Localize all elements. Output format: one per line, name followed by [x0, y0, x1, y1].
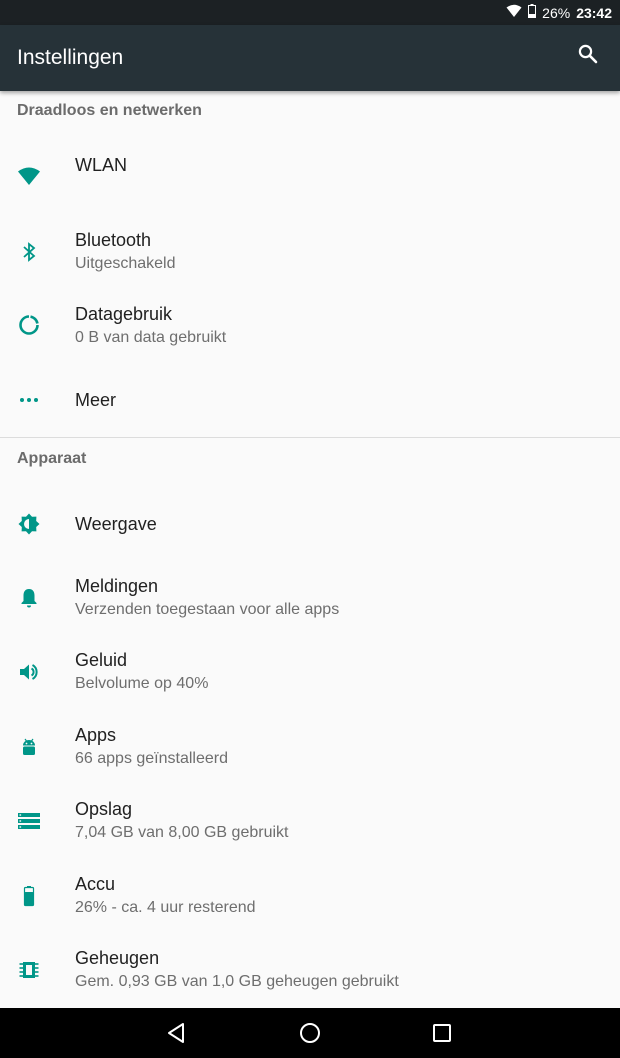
back-button[interactable]: [164, 1020, 190, 1046]
home-icon: [300, 1023, 320, 1043]
bell-icon: [17, 586, 41, 610]
settings-item-bluetooth[interactable]: Bluetooth Uitgeschakeld: [0, 215, 620, 289]
recents-icon: [433, 1024, 451, 1042]
settings-item-subtitle: 0 B van data gebruikt: [75, 329, 227, 346]
search-button[interactable]: [576, 42, 600, 66]
bluetooth-icon: [17, 240, 41, 264]
status-bar: 26% 23:42: [0, 0, 620, 25]
settings-item-title: Meldingen: [75, 576, 159, 596]
settings-item-title: Opslag: [75, 799, 133, 819]
settings-item-subtitle: Uitgeschakeld: [75, 255, 176, 272]
app-bar: Instellingen: [0, 25, 620, 91]
memory-icon: [17, 958, 41, 982]
section-divider: [0, 437, 620, 438]
settings-item-subtitle: 26% - ca. 4 uur resterend: [75, 899, 256, 916]
section-header-wireless: Draadloos en netwerken: [17, 102, 202, 119]
navigation-bar: [0, 1008, 620, 1058]
settings-item-meldingen[interactable]: Meldingen Verzenden toegestaan voor alle…: [0, 561, 620, 635]
data-usage-icon: [17, 313, 41, 337]
settings-item-subtitle: Gem. 0,93 GB van 1,0 GB geheugen gebruik…: [75, 973, 399, 990]
section-header-device: Apparaat: [17, 450, 87, 467]
settings-item-geluid[interactable]: Geluid Belvolume op 40%: [0, 635, 620, 709]
android-icon: [17, 735, 41, 759]
settings-item-geheugen[interactable]: Geheugen Gem. 0,93 GB van 1,0 GB geheuge…: [0, 933, 620, 1007]
settings-item-meer[interactable]: Meer: [0, 363, 620, 437]
settings-item-opslag[interactable]: Opslag 7,04 GB van 8,00 GB gebruikt: [0, 784, 620, 858]
clock: 23:42: [576, 4, 612, 21]
settings-list: Draadloos en netwerken WLAN Bluetooth Ui…: [0, 91, 620, 1008]
settings-item-wlan[interactable]: WLAN: [0, 128, 620, 202]
settings-item-weergave[interactable]: Weergave: [0, 487, 620, 561]
settings-item-title: Accu: [75, 874, 116, 894]
recents-button[interactable]: [429, 1020, 455, 1046]
settings-item-title: Bluetooth: [75, 230, 152, 250]
wifi-icon: [17, 164, 41, 188]
settings-item-accu[interactable]: Accu 26% - ca. 4 uur resterend: [0, 859, 620, 933]
settings-item-title: WLAN: [75, 155, 128, 175]
settings-item-title: Geluid: [75, 650, 128, 670]
search-icon: [578, 44, 598, 64]
more-icon: [17, 388, 41, 412]
settings-item-datagebruik[interactable]: Datagebruik 0 B van data gebruikt: [0, 289, 620, 363]
settings-item-title: Geheugen: [75, 948, 160, 968]
settings-item-title: Weergave: [75, 514, 157, 534]
page-title: Instellingen: [17, 46, 124, 69]
battery-status-icon: [528, 4, 537, 21]
settings-item-apps[interactable]: Apps 66 apps geïnstalleerd: [0, 710, 620, 784]
settings-item-subtitle: Belvolume op 40%: [75, 675, 209, 692]
battery-icon: [17, 884, 41, 908]
settings-item-title: Apps: [75, 725, 117, 745]
home-button[interactable]: [297, 1020, 323, 1046]
volume-icon: [17, 660, 41, 684]
status-bar-indicators: 26% 23:42: [506, 0, 612, 25]
wifi-status-icon: [506, 4, 522, 21]
battery-percent: 26%: [542, 4, 571, 21]
storage-icon: [17, 809, 41, 833]
brightness-icon: [17, 512, 41, 536]
settings-item-title: Meer: [75, 390, 117, 410]
settings-item-subtitle: 7,04 GB van 8,00 GB gebruikt: [75, 824, 289, 841]
settings-item-title: Datagebruik: [75, 304, 173, 324]
settings-item-subtitle: 66 apps geïnstalleerd: [75, 750, 228, 767]
back-icon: [168, 1023, 184, 1043]
settings-item-subtitle: Verzenden toegestaan voor alle apps: [75, 601, 340, 618]
